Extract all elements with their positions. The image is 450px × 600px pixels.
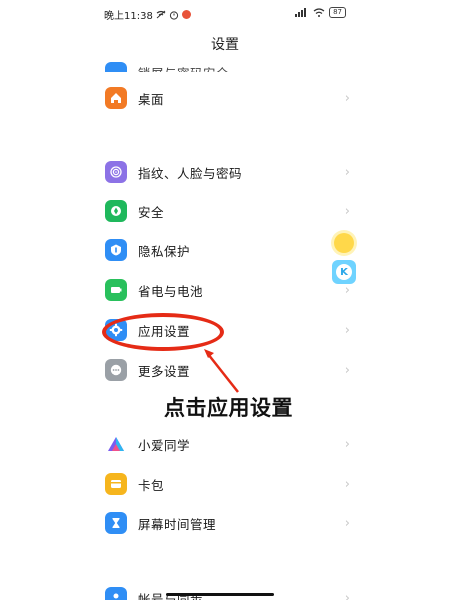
home-indicator[interactable] <box>166 593 274 596</box>
annotation-arrow <box>204 349 239 393</box>
annotation-text: 点击应用设置 <box>164 396 293 420</box>
